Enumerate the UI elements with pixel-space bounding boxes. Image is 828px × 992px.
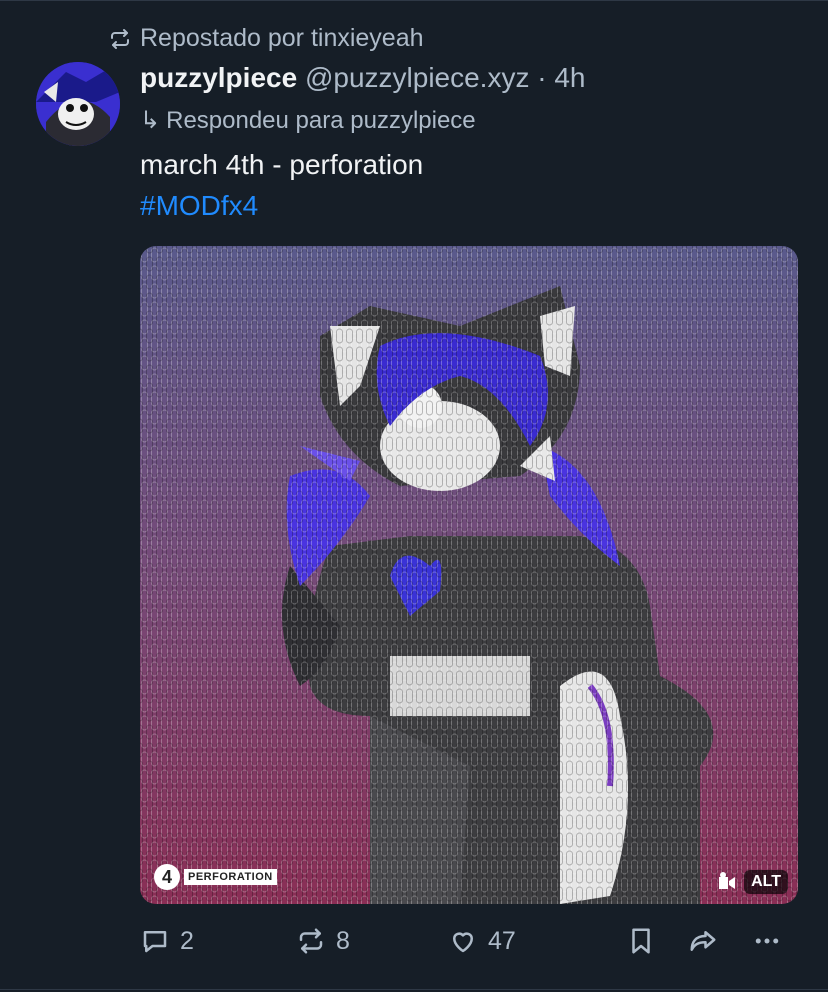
reply-icon xyxy=(143,931,167,953)
more-icon xyxy=(755,938,779,944)
repost-icon xyxy=(299,928,323,954)
repost-indicator[interactable]: Repostado por tinxieyeah xyxy=(108,24,424,53)
share-icon xyxy=(690,931,716,951)
repost-count: 8 xyxy=(336,926,350,955)
avatar[interactable] xyxy=(36,62,120,146)
more-button[interactable] xyxy=(752,926,782,956)
post-header: puzzylpiece @puzzylpiece.xyz · 4h xyxy=(140,62,585,94)
post-text: march 4th - perforation xyxy=(140,149,424,180)
author-display-name[interactable]: puzzylpiece xyxy=(140,62,297,93)
reply-to-text: Respondeu para puzzylpiece xyxy=(166,106,476,134)
bookmark-icon xyxy=(632,928,650,954)
like-count: 47 xyxy=(488,926,516,955)
repost-text: Repostado por tinxieyeah xyxy=(140,24,424,52)
post-image[interactable]: 4 PERFORATION ALT xyxy=(140,246,798,904)
like-button[interactable]: 47 xyxy=(448,926,516,956)
watermark-label: PERFORATION xyxy=(184,869,277,885)
reply-count: 2 xyxy=(180,926,194,955)
bookmark-button[interactable] xyxy=(626,926,656,956)
repost-icon xyxy=(111,28,129,49)
hashtag-link[interactable]: #MODfx4 xyxy=(140,190,258,222)
sticker-icon xyxy=(719,872,736,889)
top-divider xyxy=(0,0,828,1)
watermark: 4 PERFORATION xyxy=(154,864,277,890)
reply-indicator[interactable]: ↳ Respondeu para puzzylpiece xyxy=(140,106,476,135)
alt-badge[interactable]: ALT xyxy=(716,870,788,894)
alt-label: ALT xyxy=(744,870,788,894)
author-handle-time[interactable]: @puzzylpiece.xyz · 4h xyxy=(297,62,586,93)
heart-icon xyxy=(453,932,473,953)
reply-arrow-icon: ↳ xyxy=(140,107,161,134)
watermark-number: 4 xyxy=(154,864,180,890)
repost-button[interactable]: 8 xyxy=(296,926,350,956)
reply-button[interactable]: 2 xyxy=(140,926,194,956)
action-bar: 2 8 47 xyxy=(140,926,798,966)
share-button[interactable] xyxy=(688,926,718,956)
bottom-divider xyxy=(0,989,828,990)
